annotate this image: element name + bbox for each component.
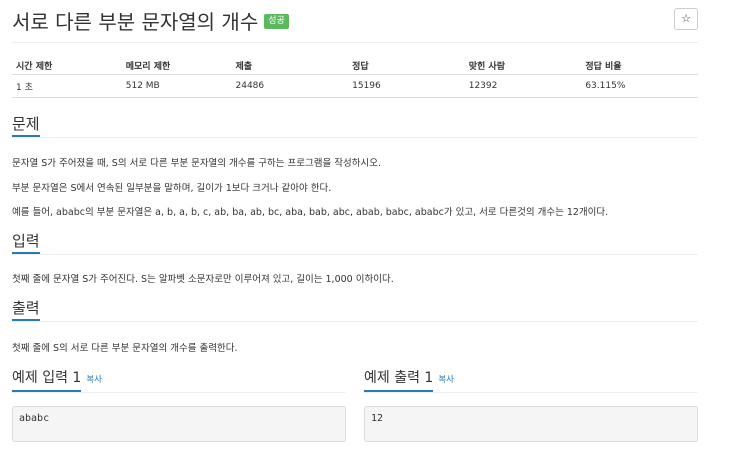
problem-title: 서로 다른 부분 문자열의 개수 bbox=[12, 10, 259, 34]
solved-users-value: 12392 bbox=[464, 74, 582, 98]
sample-output-header: 예제 출력 1 복사 bbox=[364, 366, 698, 393]
page-title: 서로 다른 부분 문자열의 개수 성공 bbox=[12, 8, 289, 36]
problem-description-line: 예를 들어, ababc의 부분 문자열은 a, b, a, b, c, ab,… bbox=[12, 207, 609, 218]
time-limit-value: 1 초 bbox=[12, 74, 122, 98]
table-header-row: 시간 제한 메모리 제한 제출 정답 맞힌 사람 정답 비율 bbox=[12, 56, 698, 75]
section-input-title: 입력 bbox=[12, 230, 40, 254]
problem-description-line: 부분 문자열은 S에서 연속된 일부분을 말하며, 길이가 1보다 크거나 같아… bbox=[12, 183, 332, 194]
header-time-limit: 시간 제한 bbox=[12, 56, 122, 75]
problem-info-table: 시간 제한 메모리 제한 제출 정답 맞힌 사람 정답 비율 1 초 512 M… bbox=[12, 56, 698, 98]
status-badge: 성공 bbox=[264, 14, 289, 29]
star-button[interactable]: ☆ bbox=[674, 8, 698, 30]
sample-input-title: 예제 입력 1 bbox=[12, 366, 82, 392]
problem-description-line: 문자열 S가 주어졌을 때, S의 서로 다른 부분 문자열의 개수를 구하는 … bbox=[12, 158, 381, 169]
section-problem-header: 문제 bbox=[12, 113, 698, 138]
header-accepted: 정답 bbox=[348, 56, 465, 75]
section-input-header: 입력 bbox=[12, 230, 698, 255]
section-output-title: 출력 bbox=[12, 297, 40, 321]
header-submissions: 제출 bbox=[231, 56, 349, 75]
header-solved-users: 맞힌 사람 bbox=[464, 56, 582, 75]
sample-output-box[interactable]: 12 bbox=[364, 406, 698, 442]
table-row: 1 초 512 MB 24486 15196 12392 63.115% bbox=[12, 74, 698, 98]
sample-input-box[interactable]: ababc bbox=[12, 406, 346, 442]
copy-output-button[interactable]: 복사 bbox=[438, 375, 454, 385]
star-icon: ☆ bbox=[681, 12, 691, 25]
submissions-value: 24486 bbox=[231, 74, 349, 98]
problem-header: 서로 다른 부분 문자열의 개수 성공 ☆ bbox=[12, 8, 698, 43]
section-output-header: 출력 bbox=[12, 297, 698, 322]
accepted-value: 15196 bbox=[348, 74, 465, 98]
sample-output-title: 예제 출력 1 bbox=[364, 366, 434, 392]
memory-limit-value: 512 MB bbox=[121, 74, 232, 98]
accept-ratio-value: 63.115% bbox=[581, 74, 698, 98]
header-accept-ratio: 정답 비율 bbox=[581, 56, 698, 75]
input-description: 첫째 줄에 문자열 S가 주어진다. S는 알파벳 소문자로만 이루어져 있고,… bbox=[12, 274, 394, 285]
sample-input-header: 예제 입력 1 복사 bbox=[12, 366, 346, 393]
problem-page: 서로 다른 부분 문자열의 개수 성공 ☆ 시간 제한 메모리 제한 제출 정답 … bbox=[0, 0, 750, 456]
output-description: 첫째 줄에 S의 서로 다른 부분 문자열의 개수를 출력한다. bbox=[12, 343, 238, 354]
header-memory-limit: 메모리 제한 bbox=[121, 56, 232, 75]
copy-input-button[interactable]: 복사 bbox=[86, 375, 102, 385]
section-problem-title: 문제 bbox=[12, 113, 40, 137]
